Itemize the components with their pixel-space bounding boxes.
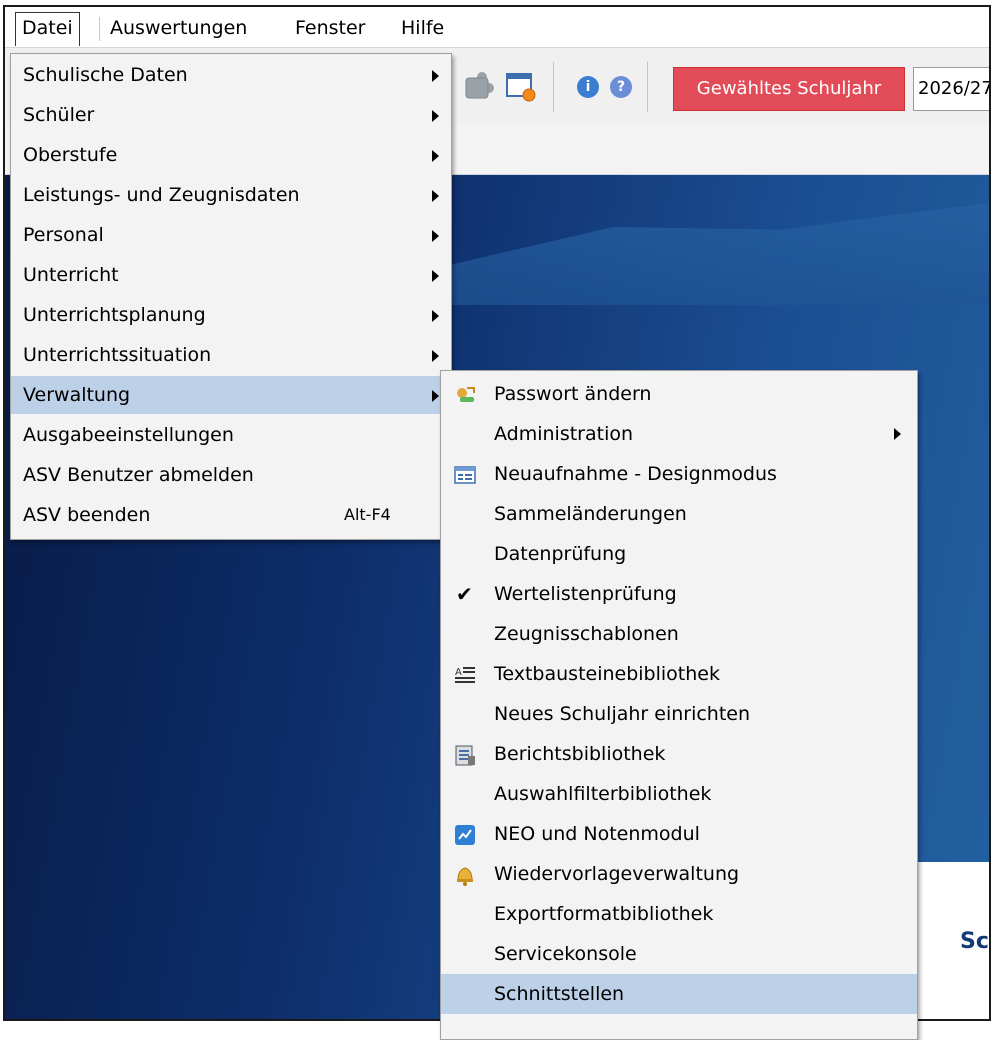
puzzle-icon[interactable] xyxy=(460,68,496,104)
text-blocks-icon: A xyxy=(455,667,475,683)
menu-item-schnittstellen[interactable]: Schnittstellen xyxy=(441,974,917,1014)
menu-item-textbausteinebibliothek[interactable]: A Textbausteinebibliothek xyxy=(441,654,917,694)
start-panel-title: Sc xyxy=(960,929,989,954)
bell-icon xyxy=(457,867,473,886)
menu-item-neues-schuljahr[interactable]: Neues Schuljahr einrichten xyxy=(441,694,917,734)
menu-item-personal[interactable]: Personal xyxy=(11,216,451,254)
window-settings-icon[interactable] xyxy=(504,69,538,103)
neo-module-icon xyxy=(455,825,475,845)
menu-item-label: Neues Schuljahr einrichten xyxy=(494,703,751,725)
menu-item-label: ASV beenden xyxy=(23,504,151,526)
submenu-arrow-icon xyxy=(432,310,439,322)
menu-item-asv-beenden[interactable]: ASV beenden Alt-F4 xyxy=(11,496,451,534)
menu-item-label: Neuaufnahme - Designmodus xyxy=(494,463,777,485)
menu-item-unterricht[interactable]: Unterricht xyxy=(11,256,451,294)
menu-item-label: Unterrichtsplanung xyxy=(23,304,206,326)
menu-bar: Datei Auswertungen Fenster Hilfe xyxy=(5,7,989,47)
submenu-arrow-icon xyxy=(432,150,439,162)
menu-item-label: Schnittstellen xyxy=(494,983,625,1005)
menu-separator xyxy=(99,17,100,41)
menu-item-label: Textbausteinebibliothek xyxy=(494,663,720,685)
menu-item-unterrichtsplanung[interactable]: Unterrichtsplanung xyxy=(11,296,451,334)
submenu-arrow-icon xyxy=(432,230,439,242)
menu-item-auswahlfilterbibliothek[interactable]: Auswahlfilterbibliothek xyxy=(441,774,917,814)
form-design-icon xyxy=(454,466,476,484)
menu-item-leistungsdaten[interactable]: Leistungs- und Zeugnisdaten xyxy=(11,176,451,214)
submenu-arrow-icon xyxy=(432,390,439,402)
menu-item-label: Auswahlfilterbibliothek xyxy=(494,783,712,805)
school-year-value: 2026/27 xyxy=(918,78,991,99)
toolbar-separator xyxy=(553,62,554,112)
menu-item-neuaufnahme-designmodus[interactable]: Neuaufnahme - Designmodus xyxy=(441,454,917,494)
menu-item-label: ASV Benutzer abmelden xyxy=(23,464,254,486)
menu-auswertungen-label: Auswertungen xyxy=(110,17,248,39)
menu-item-benutzer-abmelden[interactable]: ASV Benutzer abmelden xyxy=(11,456,451,494)
menu-item-label: Datenprüfung xyxy=(494,543,627,565)
menu-fenster-label: Fenster xyxy=(295,17,366,39)
toolbar-separator xyxy=(647,62,648,112)
menu-item-label: Verwaltung xyxy=(23,384,131,406)
menu-item-schueler[interactable]: Schüler xyxy=(11,96,451,134)
menu-fenster[interactable]: Fenster xyxy=(289,13,371,43)
datei-menu: Schulische Daten Schüler Oberstufe Leist… xyxy=(10,53,452,540)
menu-item-exportformatbibliothek[interactable]: Exportformatbibliothek xyxy=(441,894,917,934)
submenu-arrow-icon xyxy=(432,70,439,82)
menu-item-label: Wertelistenprüfung xyxy=(494,583,677,605)
menu-item-administration[interactable]: Administration xyxy=(441,414,917,454)
shortcut-label: Alt-F4 xyxy=(344,505,391,524)
svg-text:A: A xyxy=(455,667,462,678)
menu-auswertungen[interactable]: Auswertungen xyxy=(104,13,253,43)
submenu-arrow-icon xyxy=(432,110,439,122)
menu-item-label: Servicekonsole xyxy=(494,943,637,965)
submenu-arrow-icon xyxy=(432,270,439,282)
menu-item-label: Sammeländerungen xyxy=(494,503,687,525)
menu-item-sammelaenderungen[interactable]: Sammeländerungen xyxy=(441,494,917,534)
school-year-field[interactable]: 2026/27 xyxy=(913,67,991,111)
key-user-icon xyxy=(457,387,475,402)
menu-item-label: Passwort ändern xyxy=(494,383,652,405)
selected-school-year-button[interactable]: Gewähltes Schuljahr xyxy=(673,67,905,111)
verwaltung-submenu: Passwort ändern Administration Neuaufnah… xyxy=(440,370,918,1040)
menu-item-label: Leistungs- und Zeugnisdaten xyxy=(23,184,300,206)
menu-datei-label: Datei xyxy=(22,17,73,39)
info-icon[interactable]: i xyxy=(577,76,599,98)
menu-item-label: Ausgabeeinstellungen xyxy=(23,424,234,446)
menu-item-label: Exportformatbibliothek xyxy=(494,903,714,925)
submenu-arrow-icon xyxy=(894,428,901,440)
menu-item-ausgabeeinstellungen[interactable]: Ausgabeeinstellungen xyxy=(11,416,451,454)
menu-item-unterrichtssituation[interactable]: Unterrichtssituation xyxy=(11,336,451,374)
selected-school-year-label: Gewähltes Schuljahr xyxy=(696,78,882,99)
menu-item-label: Berichtsbibliothek xyxy=(494,743,666,765)
menu-item-oberstufe[interactable]: Oberstufe xyxy=(11,136,451,174)
help-icon[interactable]: ? xyxy=(610,76,632,98)
menu-item-datenpruefung[interactable]: Datenprüfung xyxy=(441,534,917,574)
menu-item-wiedervorlageverwaltung[interactable]: Wiedervorlageverwaltung xyxy=(441,854,917,894)
menu-item-passwort-aendern[interactable]: Passwort ändern xyxy=(441,374,917,414)
menu-item-label: Wiedervorlageverwaltung xyxy=(494,863,740,885)
menu-hilfe-label: Hilfe xyxy=(401,17,445,39)
menu-item-wertelistenpruefung[interactable]: ✔ Wertelistenprüfung xyxy=(441,574,917,614)
menu-item-label: Unterricht xyxy=(23,264,119,286)
menu-item-verwaltung[interactable]: Verwaltung xyxy=(11,376,451,414)
menu-item-label: Oberstufe xyxy=(23,144,118,166)
menu-datei[interactable]: Datei xyxy=(15,12,80,46)
menu-item-label: Personal xyxy=(23,224,104,246)
menu-item-label: NEO und Notenmodul xyxy=(494,823,700,845)
menu-item-berichtsbibliothek[interactable]: Berichtsbibliothek xyxy=(441,734,917,774)
menu-item-label: Administration xyxy=(494,423,634,445)
submenu-arrow-icon xyxy=(432,190,439,202)
menu-item-servicekonsole[interactable]: Servicekonsole xyxy=(441,934,917,974)
submenu-arrow-icon xyxy=(432,350,439,362)
menu-item-label: Unterrichtssituation xyxy=(23,344,212,366)
menu-item-zeugnisschablonen[interactable]: Zeugnisschablonen xyxy=(441,614,917,654)
menu-hilfe[interactable]: Hilfe xyxy=(395,13,450,43)
menu-item-label: Schüler xyxy=(23,104,95,126)
menu-item-schulische-daten[interactable]: Schulische Daten xyxy=(11,56,451,94)
checkmark-icon: ✔ xyxy=(456,582,473,606)
menu-item-label: Schulische Daten xyxy=(23,64,188,86)
menu-item-neo-notenmodul[interactable]: NEO und Notenmodul xyxy=(441,814,917,854)
menu-item-label: Zeugnisschablonen xyxy=(494,623,679,645)
report-library-icon xyxy=(455,745,475,766)
